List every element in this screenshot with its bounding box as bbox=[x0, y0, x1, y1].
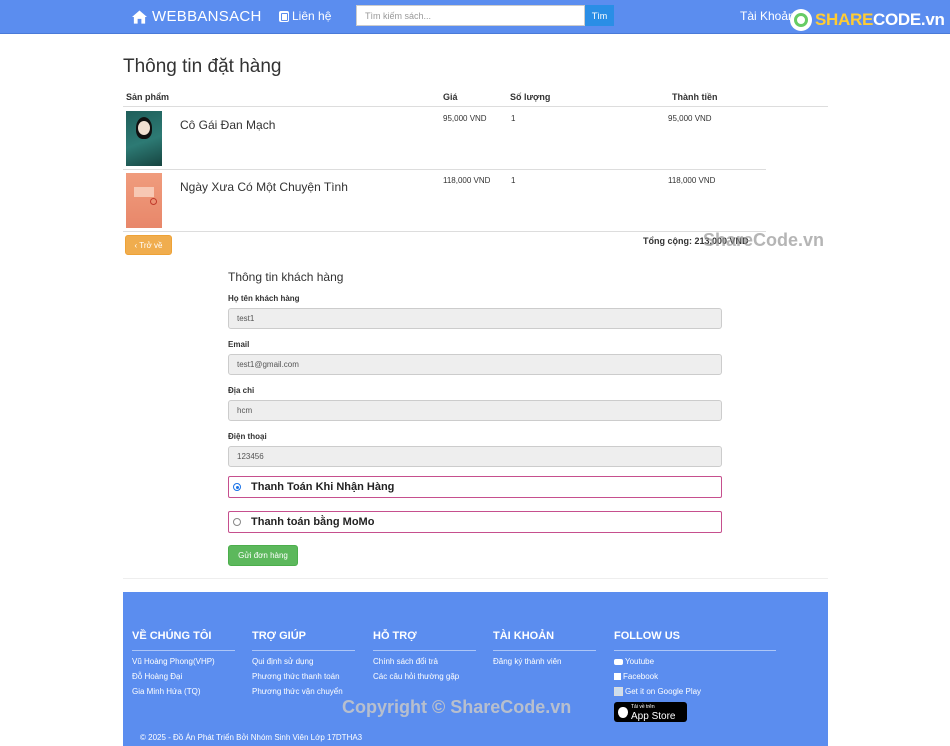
product-name[interactable]: Ngày Xưa Có Một Chuyện Tình bbox=[180, 180, 348, 194]
youtube-link[interactable]: Youtube bbox=[614, 657, 776, 666]
cart-table-header: Sản phẩm Giá Số lượng Thành tiền bbox=[123, 89, 828, 107]
sharecode-logo: SHARECODE.vn bbox=[790, 9, 945, 31]
footer-heading: TÀI KHOẢN bbox=[493, 630, 596, 651]
address-label: Địa chỉ bbox=[228, 386, 255, 395]
payment-option-momo[interactable]: Thanh toán bằng MoMo bbox=[228, 511, 722, 533]
footer-col-support: HỖ TRỢ Chính sách đổi trả Các câu hỏi th… bbox=[373, 630, 476, 687]
facebook-link[interactable]: Facebook bbox=[614, 672, 776, 681]
copyright-text: © 2025 - Đồ Án Phát Triển Bởi Nhóm Sinh … bbox=[140, 733, 363, 742]
sharecode-logo-icon bbox=[790, 9, 812, 31]
search-button[interactable]: Tìm bbox=[585, 5, 614, 26]
book-cover[interactable] bbox=[126, 173, 162, 228]
email-label: Email bbox=[228, 340, 250, 349]
footer-heading: TRỢ GIÚP bbox=[252, 630, 355, 651]
sharecode-watermark: ShareCode.vn bbox=[703, 230, 825, 250]
name-label: Họ tên khách hàng bbox=[228, 294, 300, 303]
email-field[interactable]: test1@gmail.com bbox=[228, 354, 722, 375]
home-icon bbox=[132, 9, 147, 24]
search-input[interactable] bbox=[356, 5, 585, 26]
footer-heading: VỀ CHÚNG TÔI bbox=[132, 630, 235, 651]
payment-option-label: Thanh Toán Khi Nhận Hàng bbox=[251, 481, 395, 493]
col-subtotal: Thành tiền bbox=[672, 92, 718, 102]
radio-button-checked[interactable] bbox=[233, 483, 241, 491]
footer-col-account: TÀI KHOẢN Đăng ký thành viên bbox=[493, 630, 596, 672]
footer-link[interactable]: Các câu hỏi thường gặp bbox=[373, 672, 476, 681]
google-play-link[interactable]: Get it on Google Play bbox=[614, 687, 776, 696]
account-menu[interactable]: Tài Khoản bbox=[740, 9, 795, 23]
product-qty: 1 bbox=[511, 114, 516, 123]
col-product: Sản phẩm bbox=[126, 92, 170, 102]
brand-label: WEBBANSACH bbox=[152, 8, 262, 25]
footer-link[interactable]: Đăng ký thành viên bbox=[493, 657, 596, 666]
top-navbar: WEBBANSACH Liên hệ Tìm Tài Khoản SHARECO… bbox=[0, 0, 950, 34]
divider bbox=[123, 578, 828, 579]
payment-option-label: Thanh toán bằng MoMo bbox=[251, 516, 375, 528]
footer-link[interactable]: Phương thức vận chuyển bbox=[252, 687, 355, 696]
apple-icon bbox=[618, 706, 628, 718]
footer-col-about: VỀ CHÚNG TÔI Vũ Hoàng Phong(VHP) Đỗ Hoàn… bbox=[132, 630, 235, 702]
footer-heading: HỖ TRỢ bbox=[373, 630, 476, 651]
product-subtotal: 95,000 VND bbox=[668, 114, 712, 123]
book-cover[interactable] bbox=[126, 111, 162, 166]
footer-link[interactable]: Đỗ Hoàng Đại bbox=[132, 672, 235, 681]
copyright-watermark: Copyright © ShareCode.vn bbox=[342, 697, 572, 717]
name-field[interactable]: test1 bbox=[228, 308, 722, 329]
footer-link[interactable]: Vũ Hoàng Phong(VHP) bbox=[132, 657, 235, 666]
footer-link[interactable]: Gia Minh Hứa (TQ) bbox=[132, 687, 235, 696]
cart-row: Ngày Xưa Có Một Chuyện Tình 118,000 VND … bbox=[123, 170, 766, 232]
customer-info-title: Thông tin khách hàng bbox=[228, 270, 344, 284]
footer-link[interactable]: Chính sách đổi trả bbox=[373, 657, 476, 666]
product-qty: 1 bbox=[511, 176, 516, 185]
address-field[interactable]: hcm bbox=[228, 400, 722, 421]
brand-link[interactable]: WEBBANSACH bbox=[132, 8, 262, 25]
youtube-icon bbox=[614, 658, 623, 665]
cart-row: Cô Gái Đan Mạch 95,000 VND 1 95,000 VND bbox=[123, 108, 766, 170]
product-subtotal: 118,000 VND bbox=[668, 176, 716, 185]
back-button[interactable]: ‹ Trở về bbox=[125, 235, 172, 255]
radio-button[interactable] bbox=[233, 518, 241, 526]
col-qty: Số lượng bbox=[510, 92, 551, 102]
app-store-badge[interactable]: Tải về trên App Store bbox=[614, 702, 687, 722]
payment-option-cod[interactable]: Thanh Toán Khi Nhận Hàng bbox=[228, 476, 722, 498]
contact-link[interactable]: Liên hệ bbox=[279, 9, 331, 23]
footer-link[interactable]: Qui định sử dụng bbox=[252, 657, 355, 666]
footer-col-help: TRỢ GIÚP Qui định sử dụng Phương thức th… bbox=[252, 630, 355, 702]
phone-field[interactable]: 123456 bbox=[228, 446, 722, 467]
footer-heading: FOLLOW US bbox=[614, 630, 776, 651]
submit-order-button[interactable]: Gửi đơn hàng bbox=[228, 545, 298, 566]
broken-image-icon bbox=[614, 687, 623, 696]
col-price: Giá bbox=[443, 92, 458, 102]
phone-label: Điện thoại bbox=[228, 432, 267, 441]
product-price: 118,000 VND bbox=[443, 176, 491, 185]
contact-label: Liên hệ bbox=[292, 9, 332, 23]
footer-col-follow: FOLLOW US Youtube Facebook Get it on Goo… bbox=[614, 630, 776, 728]
product-name[interactable]: Cô Gái Đan Mạch bbox=[180, 118, 275, 132]
product-price: 95,000 VND bbox=[443, 114, 487, 123]
facebook-icon bbox=[614, 673, 621, 681]
footer-link[interactable]: Phương thức thanh toán bbox=[252, 672, 355, 681]
phone-icon bbox=[279, 10, 289, 22]
footer: VỀ CHÚNG TÔI Vũ Hoàng Phong(VHP) Đỗ Hoàn… bbox=[123, 592, 828, 746]
page-title: Thông tin đặt hàng bbox=[123, 56, 282, 77]
